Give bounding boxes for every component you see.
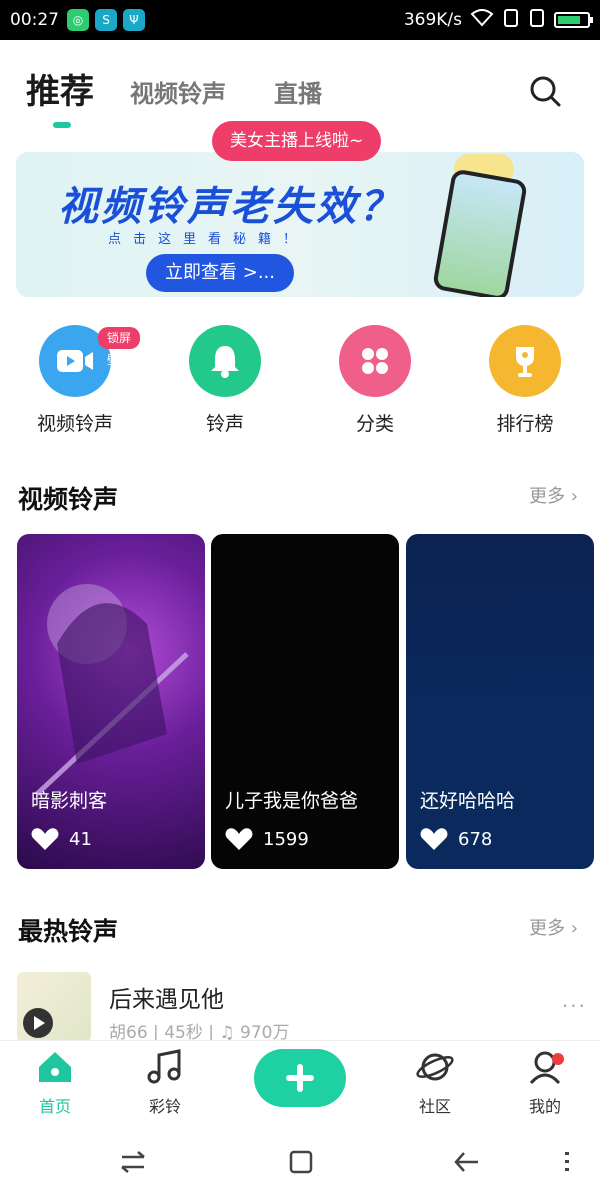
video-thumbnail <box>35 584 189 796</box>
video-card-likes: 678 <box>420 827 492 851</box>
trophy-icon <box>489 325 561 397</box>
home-icon <box>39 1052 71 1082</box>
planet-icon <box>416 1053 454 1081</box>
tab-video-ringtone[interactable]: 视频铃声 <box>130 74 226 109</box>
tab-recommend[interactable]: 推荐 <box>26 64 94 113</box>
music-note-icon <box>147 1049 181 1084</box>
system-nav-bar <box>0 1125 600 1200</box>
ringtone-name: 后来遇见他 <box>109 987 224 1013</box>
video-card-likes: 41 <box>31 827 92 851</box>
more-options-icon[interactable]: ··· <box>562 994 587 1018</box>
signal-icon <box>502 8 520 33</box>
notification-dot <box>552 1053 564 1065</box>
video-card-title: 暗影刺客 <box>31 790 108 812</box>
tab-caller-tone[interactable]: 彩铃 <box>120 1049 210 1117</box>
video-card[interactable]: 还好哈哈哈 678 <box>406 534 594 869</box>
video-card[interactable]: 暗影刺客 41 <box>17 534 205 869</box>
quick-entry-category[interactable]: 分类 <box>310 325 440 436</box>
banner-subtitle: 点击这里看秘籍！ <box>108 232 309 247</box>
quick-entry-ranking[interactable]: 排行榜 <box>460 325 590 436</box>
bell-icon <box>189 325 261 397</box>
quick-entry-label: 视频铃声 <box>36 413 113 435</box>
quick-entries: 锁屏壁纸 视频铃声 铃声 分类 排行榜 <box>0 325 600 445</box>
video-card[interactable]: 儿子我是你爸爸 1599 <box>211 534 399 869</box>
tab-live[interactable]: 直播 <box>274 74 322 109</box>
video-card-likes: 1599 <box>225 827 309 851</box>
phone-illustration <box>431 168 529 297</box>
banner-view-button[interactable]: 立即查看 >... <box>146 254 294 292</box>
quick-entry-label: 排行榜 <box>496 413 554 435</box>
tab-mine[interactable]: 我的 <box>500 1049 590 1117</box>
video-card-title: 还好哈哈哈 <box>420 790 516 812</box>
plus-icon <box>286 1064 314 1092</box>
wifi-icon <box>470 8 494 32</box>
more-link-hot[interactable]: 更多 › <box>529 914 578 940</box>
create-button[interactable] <box>254 1049 346 1107</box>
tab-community[interactable]: 社区 <box>390 1049 480 1117</box>
quick-entry-video-ringtone[interactable]: 锁屏壁纸 视频铃声 <box>10 325 140 436</box>
play-icon[interactable] <box>23 1008 53 1038</box>
heart-icon <box>225 828 253 850</box>
banner-title: 视频铃声老失效？ <box>58 184 402 230</box>
quick-entry-label: 铃声 <box>205 413 244 435</box>
heart-icon <box>420 828 448 850</box>
list-item[interactable]: 后来遇见他 胡66 | 45秒 | ♫ 970万 ··· <box>17 972 587 1043</box>
video-card-title: 儿子我是你爸爸 <box>225 790 359 812</box>
signal-icon <box>528 8 546 33</box>
app-notification-icon: S <box>95 9 117 31</box>
app-notification-icon: ◎ <box>67 9 89 31</box>
top-tabs: 推荐 视频铃声 直播 <box>0 40 600 130</box>
quick-entry-label: 分类 <box>355 413 394 435</box>
lockscreen-badge: 锁屏壁纸 <box>98 327 140 367</box>
switch-apps-icon[interactable] <box>118 1147 148 1177</box>
menu-icon[interactable] <box>552 1147 582 1177</box>
promo-banner[interactable]: 视频铃声老失效？ 点击这里看秘籍！ 立即查看 >... <box>16 152 584 297</box>
back-icon[interactable] <box>452 1147 482 1177</box>
status-bar: 00:27 ◎ S Ψ 369K/s <box>0 0 600 40</box>
section-title-video: 视频铃声 <box>18 485 119 514</box>
status-time: 00:27 <box>10 10 59 30</box>
network-speed: 369K/s <box>403 10 462 30</box>
home-square-icon[interactable] <box>286 1147 316 1177</box>
more-link-video[interactable]: 更多 › <box>529 482 578 508</box>
heart-icon <box>31 828 59 850</box>
section-title-hot: 最热铃声 <box>18 917 119 946</box>
live-promo-pill[interactable]: 美女主播上线啦~ <box>212 121 382 161</box>
quick-entry-ringtone[interactable]: 铃声 <box>160 325 290 436</box>
ringtone-cover <box>17 972 91 1042</box>
tab-home[interactable]: 首页 <box>10 1049 100 1117</box>
active-tab-indicator <box>53 122 71 128</box>
battery-icon <box>554 12 593 28</box>
usb-icon: Ψ <box>123 9 145 31</box>
bottom-tab-bar: 首页 彩铃 社区 我的 <box>0 1040 600 1125</box>
grid-dots-icon <box>339 325 411 397</box>
search-icon[interactable] <box>528 74 562 108</box>
